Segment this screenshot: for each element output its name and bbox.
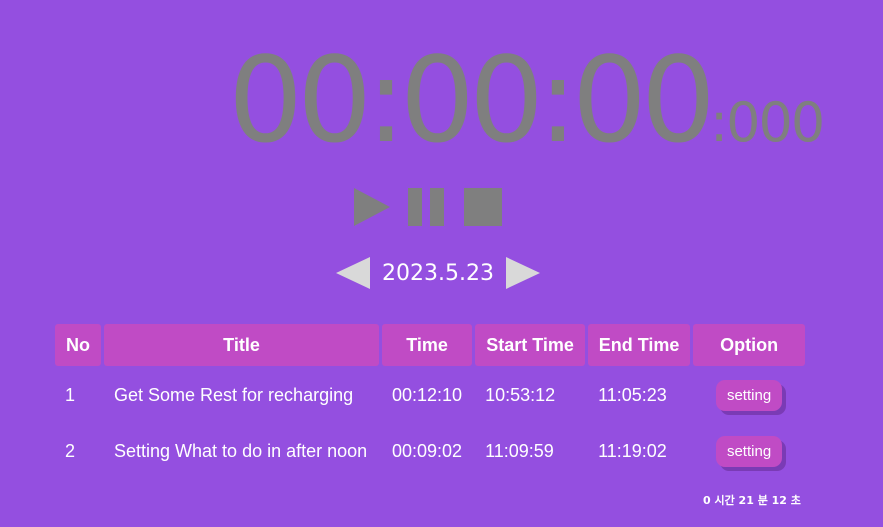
header-end-time: End Time xyxy=(588,324,691,366)
row-time: 00:09:02 xyxy=(392,440,463,461)
row-option: setting xyxy=(693,424,805,478)
previous-date-icon[interactable] xyxy=(336,257,370,289)
row-option: setting xyxy=(693,368,805,422)
play-icon[interactable] xyxy=(354,188,390,226)
header-no: No xyxy=(55,324,101,366)
row-start-time: 10:53:12 xyxy=(485,384,556,405)
date-navigator: 2023.5.23 xyxy=(336,255,540,291)
stop-icon[interactable] xyxy=(464,188,502,226)
row-time: 00:12:10 xyxy=(392,384,463,405)
row-no: 1 xyxy=(65,384,76,405)
row-end-time: 11:19:02 xyxy=(598,440,667,461)
setting-button[interactable]: setting xyxy=(715,379,783,411)
row-start-time: 11:09:59 xyxy=(485,440,554,461)
timer-main: 00:00:00 xyxy=(228,31,716,169)
header-title: Title xyxy=(104,324,379,366)
stopwatch-display: 00:00:00:000 xyxy=(228,40,828,160)
setting-button[interactable]: setting xyxy=(715,435,783,467)
table-row: 2 Setting What to do in after noon 00:09… xyxy=(55,424,805,478)
table-row: 1 Get Some Rest for recharging 00:12:10 … xyxy=(55,368,805,422)
row-no: 2 xyxy=(65,440,76,461)
table-header-row: No Title Time Start Time End Time Option xyxy=(55,324,806,366)
next-date-icon[interactable] xyxy=(505,257,540,289)
stopwatch-controls xyxy=(354,187,502,227)
timer-milliseconds: :000 xyxy=(709,91,825,154)
header-option: Option xyxy=(693,324,806,366)
header-start-time: Start Time xyxy=(475,324,586,366)
header-time: Time xyxy=(382,324,473,366)
row-title: Setting What to do in after noon xyxy=(114,440,368,461)
records-table: No Title Time Start Time End Time Option… xyxy=(52,322,808,480)
current-date: 2023.5.23 xyxy=(382,260,494,286)
total-duration: 0 시간 21 분 12 초 xyxy=(703,494,801,507)
row-title: Get Some Rest for recharging xyxy=(114,384,354,405)
row-end-time: 11:05:23 xyxy=(598,384,667,405)
pause-icon[interactable] xyxy=(408,188,448,226)
